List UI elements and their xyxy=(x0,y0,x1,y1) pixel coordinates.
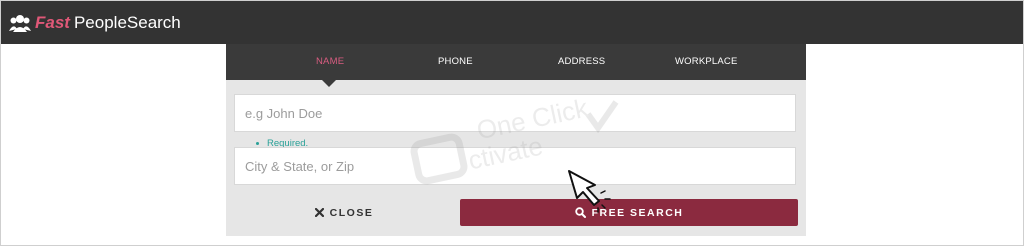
close-button[interactable]: CLOSE xyxy=(234,199,454,226)
brand-people-search: PeopleSearch xyxy=(73,13,181,32)
people-group-icon xyxy=(9,13,31,33)
tab-name[interactable]: NAME xyxy=(316,44,344,80)
close-icon xyxy=(314,208,324,217)
tab-phone[interactable]: PHONE xyxy=(438,44,473,80)
bullet-icon xyxy=(256,142,259,145)
site-logo[interactable]: Fast PeopleSearch xyxy=(9,11,181,35)
top-navigation-bar: Fast PeopleSearch xyxy=(1,1,1023,44)
location-input[interactable] xyxy=(234,147,796,185)
brand-fast: Fast xyxy=(35,13,70,32)
free-search-button[interactable]: FREE SEARCH xyxy=(460,199,798,226)
search-tabs: NAME PHONE ADDRESS WORKPLACE xyxy=(226,44,806,80)
free-search-label: FREE SEARCH xyxy=(591,206,684,219)
search-panel: NAME PHONE ADDRESS WORKPLACE Required. C… xyxy=(226,44,806,236)
name-input[interactable] xyxy=(234,94,796,132)
search-icon xyxy=(574,207,586,218)
tab-workplace[interactable]: WORKPLACE xyxy=(675,44,738,80)
close-label: CLOSE xyxy=(329,206,374,219)
tab-address[interactable]: ADDRESS xyxy=(558,44,605,80)
active-tab-indicator xyxy=(322,80,336,87)
